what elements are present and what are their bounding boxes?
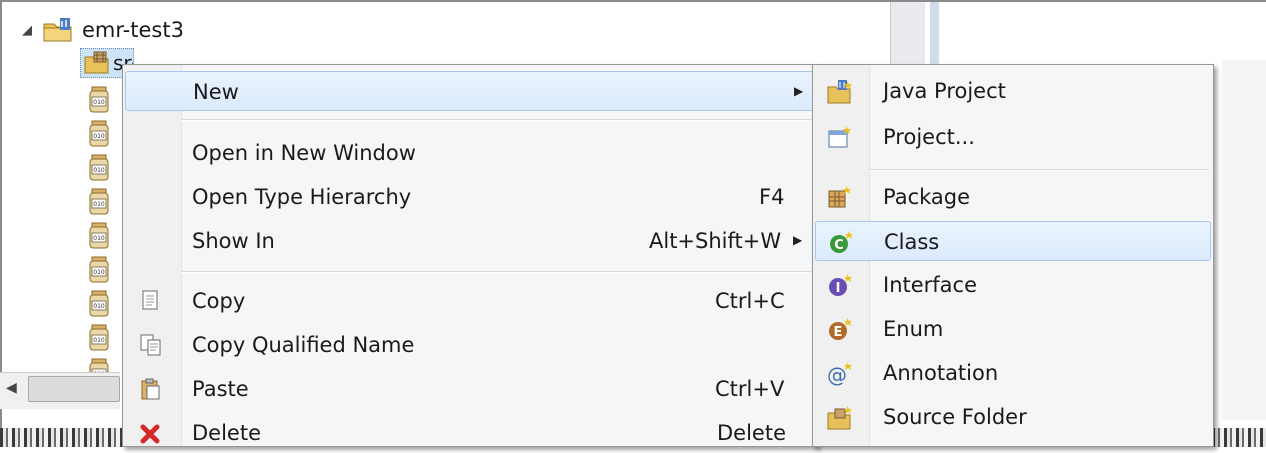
scrollbar-thumb[interactable] — [28, 376, 120, 402]
submenu-item-interface[interactable]: I Interface — [815, 265, 1211, 305]
right-pane — [1222, 60, 1266, 420]
svg-text:010: 010 — [93, 99, 105, 106]
svg-text:010: 010 — [93, 269, 105, 276]
java-project-icon — [827, 79, 852, 104]
svg-text:010: 010 — [93, 303, 105, 310]
menu-item-open-type-hierarchy[interactable]: Open Type Hierarchy F4 — [125, 177, 815, 217]
submenu-arrow-icon: ▶ — [794, 84, 804, 98]
submenu-item-project[interactable]: Project... — [815, 117, 1211, 157]
expand-arrow-icon[interactable]: ◢ — [22, 23, 32, 38]
svg-text:010: 010 — [93, 167, 105, 174]
submenu-item-label: Package — [883, 185, 971, 209]
menu-separator — [181, 271, 817, 273]
svg-text:C: C — [834, 238, 844, 253]
svg-text:010: 010 — [93, 201, 105, 208]
menu-item-label: Copy Qualified Name — [192, 333, 415, 357]
menu-separator — [869, 169, 1209, 171]
svg-text:010: 010 — [93, 133, 105, 140]
jar-library-icon[interactable]: 010 — [88, 290, 110, 318]
menu-item-shortcut: Delete — [717, 421, 786, 445]
svg-text:@: @ — [827, 363, 847, 387]
svg-text:010: 010 — [93, 337, 105, 344]
menu-item-label: Delete — [192, 421, 261, 445]
menu-item-delete[interactable]: Delete Delete — [125, 413, 815, 453]
delete-icon — [139, 421, 163, 445]
menu-item-label: Paste — [192, 377, 249, 401]
menu-item-label: Copy — [192, 289, 246, 313]
svg-text:I: I — [836, 281, 841, 296]
submenu-item-label: Java Project — [883, 79, 1006, 103]
jar-library-icon[interactable]: 010 — [88, 188, 110, 216]
menu-item-label: Show In — [192, 229, 275, 253]
submenu-item-label: Project... — [883, 125, 975, 149]
class-icon: C — [828, 230, 853, 254]
jar-library-icon[interactable]: 010 — [88, 86, 110, 114]
menu-item-shortcut: Alt+Shift+W — [649, 229, 782, 253]
submenu-arrow-icon: ▶ — [793, 233, 803, 247]
menu-item-open-in-new-window[interactable]: Open in New Window — [125, 133, 815, 173]
menu-item-label: Open Type Hierarchy — [192, 185, 412, 209]
submenu-item-annotation[interactable]: @ Annotation — [815, 353, 1211, 393]
menu-item-show-in[interactable]: Show In Alt+Shift+W ▶ — [125, 221, 815, 261]
new-submenu: Java Project Project... Package C Class … — [812, 64, 1214, 447]
submenu-item-label: Class — [884, 230, 940, 254]
submenu-item-class[interactable]: C Class — [815, 221, 1211, 261]
copy-icon — [139, 289, 163, 313]
menu-separator — [181, 119, 817, 121]
submenu-item-enum[interactable]: E Enum — [815, 309, 1211, 349]
menu-item-paste[interactable]: Paste Ctrl+V — [125, 369, 815, 409]
submenu-item-source-folder[interactable]: Source Folder — [815, 397, 1211, 437]
package-icon — [827, 185, 851, 209]
jar-library-icon[interactable]: 010 — [88, 222, 110, 250]
java-project-icon — [42, 16, 76, 44]
jar-library-icon[interactable]: 010 — [88, 256, 110, 284]
submenu-item-package[interactable]: Package — [815, 177, 1211, 217]
context-menu: New ▶ Open in New Window Open Type Hiera… — [122, 64, 818, 447]
menu-item-copy-qualified-name[interactable]: Copy Qualified Name — [125, 325, 815, 365]
submenu-item-java-project[interactable]: Java Project — [815, 71, 1211, 111]
submenu-item-label: Enum — [883, 317, 944, 341]
copy-qualified-name-icon — [139, 333, 163, 357]
annotation-icon: @ — [827, 361, 852, 387]
submenu-item-label: Source Folder — [883, 405, 1027, 429]
menu-item-shortcut: F4 — [759, 185, 785, 209]
menu-item-label: New — [193, 80, 239, 104]
menu-item-label: Open in New Window — [192, 141, 416, 165]
interface-icon: I — [827, 273, 852, 297]
paste-icon — [139, 377, 163, 401]
scroll-left-icon[interactable]: ◀ — [6, 380, 17, 396]
source-folder-icon — [84, 51, 110, 75]
menu-item-shortcut: Ctrl+C — [715, 289, 785, 313]
source-folder-icon — [827, 405, 852, 430]
project-name: emr-test3 — [82, 18, 184, 42]
svg-text:E: E — [834, 325, 843, 340]
svg-text:010: 010 — [93, 235, 105, 242]
menu-item-copy[interactable]: Copy Ctrl+C — [125, 281, 815, 321]
project-icon — [827, 125, 851, 149]
submenu-item-label: Interface — [883, 273, 978, 297]
enum-icon: E — [827, 317, 852, 341]
submenu-item-label: Annotation — [883, 361, 999, 385]
jar-library-icon[interactable]: 010 — [88, 120, 110, 148]
jar-library-icon[interactable]: 010 — [88, 324, 110, 352]
project-tree-item[interactable]: ◢ emr-test3 — [22, 14, 184, 46]
menu-item-new[interactable]: New ▶ — [125, 71, 815, 111]
jar-library-icon[interactable]: 010 — [88, 154, 110, 182]
menu-item-shortcut: Ctrl+V — [715, 377, 785, 401]
